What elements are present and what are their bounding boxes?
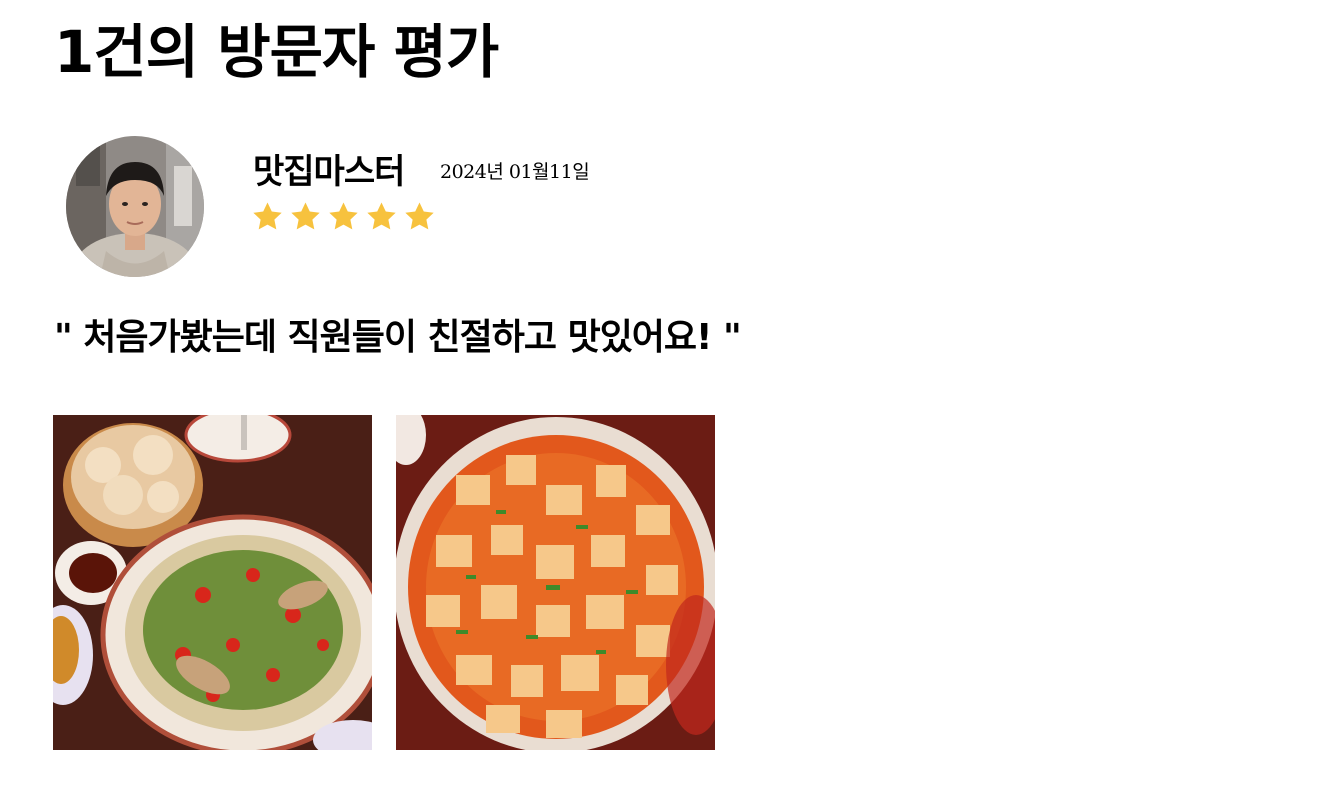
food-photo bbox=[396, 415, 715, 750]
star-icon bbox=[291, 202, 320, 230]
star-icon bbox=[253, 202, 282, 230]
review-date: 2024년 01월11일 bbox=[440, 161, 590, 183]
review-photo-mapo-tofu[interactable] bbox=[396, 415, 715, 750]
page-title: 1건의 방문자 평가 bbox=[54, 18, 499, 86]
review-text: " 처음가봤는데 직원들이 친절하고 맛있어요! " bbox=[54, 317, 742, 358]
avatar-image bbox=[66, 136, 204, 277]
food-photo bbox=[53, 415, 372, 750]
star-rating bbox=[251, 200, 436, 234]
star-icon bbox=[367, 202, 396, 230]
star-icon bbox=[329, 202, 358, 230]
reviewer-avatar[interactable] bbox=[66, 136, 204, 277]
star-icon bbox=[405, 202, 434, 230]
reviewer-name: 맛집마스터 bbox=[253, 152, 405, 192]
review-photo-dumplings[interactable] bbox=[53, 415, 372, 750]
